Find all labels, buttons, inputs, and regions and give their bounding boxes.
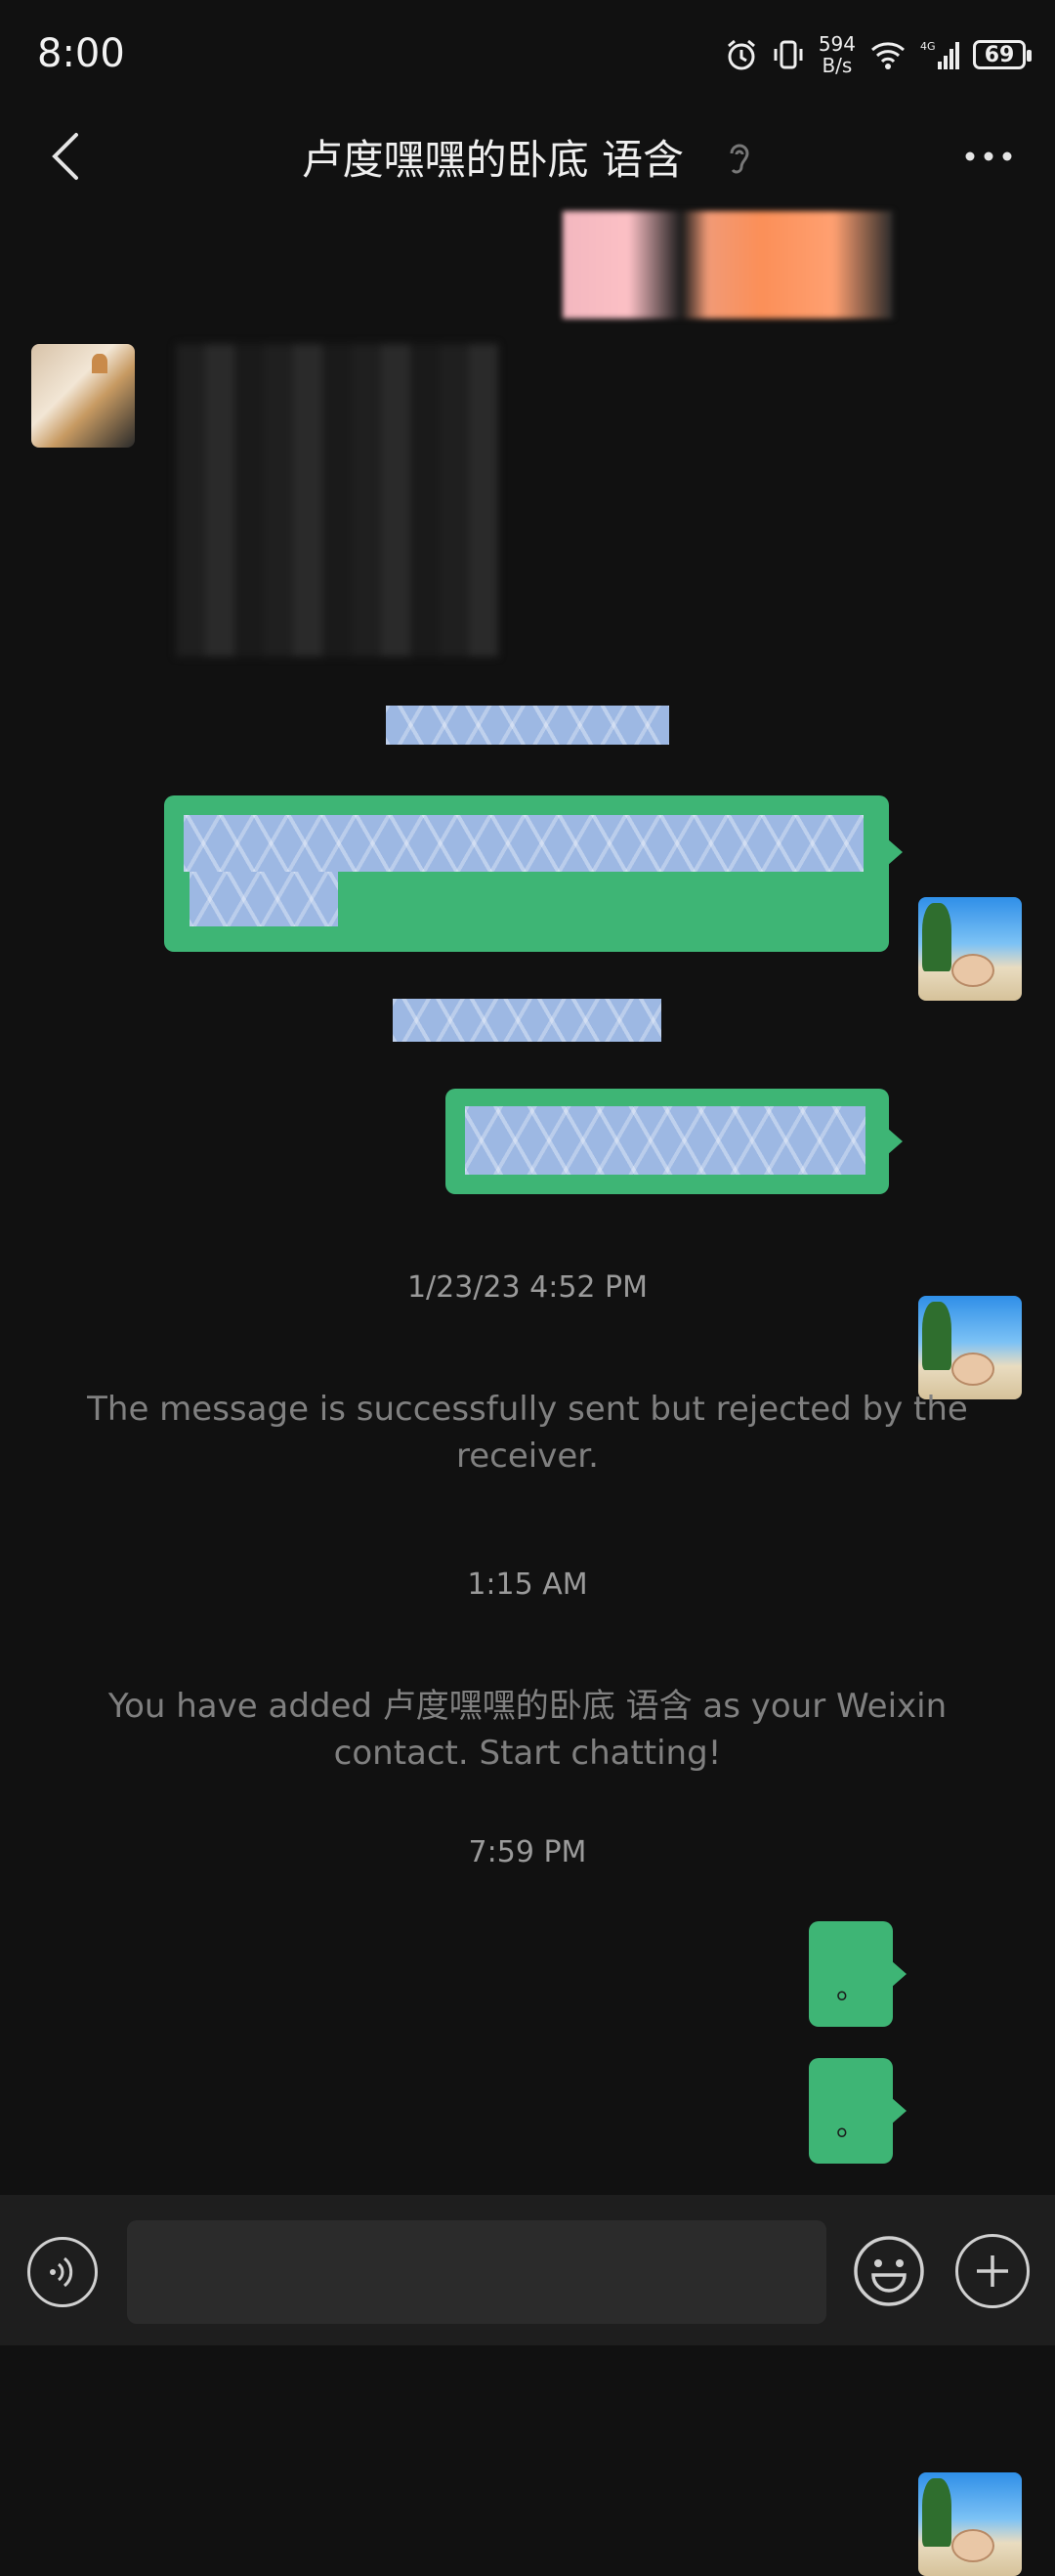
emoji-button[interactable]: [852, 2234, 926, 2308]
message-input[interactable]: [127, 2220, 826, 2324]
redacted-timestamp: [393, 999, 661, 1042]
outgoing-message-bubble[interactable]: 。: [809, 1921, 907, 2027]
chat-title-group: 卢度嘿嘿的卧底 语含: [0, 127, 1055, 188]
redacted-timestamp: [386, 706, 669, 745]
status-icons: 594 B/s 4G 69: [725, 32, 1032, 77]
input-bar: [0, 2195, 1055, 2345]
chat-title: 卢度嘿嘿的卧底 语含: [301, 136, 684, 184]
network-speed: 594 B/s: [818, 32, 856, 77]
wifi-icon: [871, 42, 905, 69]
timestamp: 1/23/23 4:52 PM: [406, 1270, 649, 1305]
message-text: 。: [836, 1972, 865, 2006]
outgoing-message-bubble[interactable]: 。: [809, 2058, 907, 2164]
timestamp: 7:59 PM: [468, 1835, 587, 1869]
more-options-button[interactable]: [950, 117, 1028, 195]
vibrate-icon: [774, 40, 803, 69]
signal-icon: 4G: [920, 40, 959, 69]
redacted-text: [184, 815, 864, 872]
system-message: You have added 卢度嘿嘿的卧底 语含 as your Weixin…: [107, 1687, 948, 1773]
my-avatar[interactable]: [918, 2472, 1022, 2576]
earpiece-mode-icon: [724, 139, 753, 188]
more-icon: [965, 151, 1012, 161]
chat-header: 卢度嘿嘿的卧底 语含: [0, 117, 1055, 205]
alarm-icon: [727, 39, 755, 70]
more-functions-button[interactable]: [955, 2234, 1030, 2308]
redacted-text: [465, 1106, 865, 1175]
system-message: The message is successfully sent but rej…: [87, 1390, 968, 1476]
blurred-sticker-message[interactable]: [176, 344, 498, 657]
contact-avatar[interactable]: [31, 344, 135, 448]
outgoing-message-bubble[interactable]: [445, 1089, 903, 1194]
status-time: 8:00: [37, 31, 125, 76]
outgoing-message-bubble[interactable]: [164, 795, 903, 952]
message-text: 。: [836, 2109, 865, 2143]
blurred-image-message[interactable]: [563, 211, 893, 319]
battery-icon: 69: [973, 40, 1032, 69]
timestamp: 1:15 AM: [467, 1567, 588, 1602]
my-avatar[interactable]: [918, 1296, 1022, 1399]
redacted-text: [190, 872, 338, 926]
status-bar: 8:00 594 B/s 4G 69: [0, 0, 1055, 107]
emoji-icon: [854, 2236, 924, 2306]
plus-icon: [977, 2255, 1008, 2287]
my-avatar[interactable]: [918, 897, 1022, 1001]
voice-icon: [50, 2256, 73, 2288]
voice-input-button[interactable]: [27, 2237, 98, 2307]
svg-text:4G: 4G: [920, 40, 936, 53]
